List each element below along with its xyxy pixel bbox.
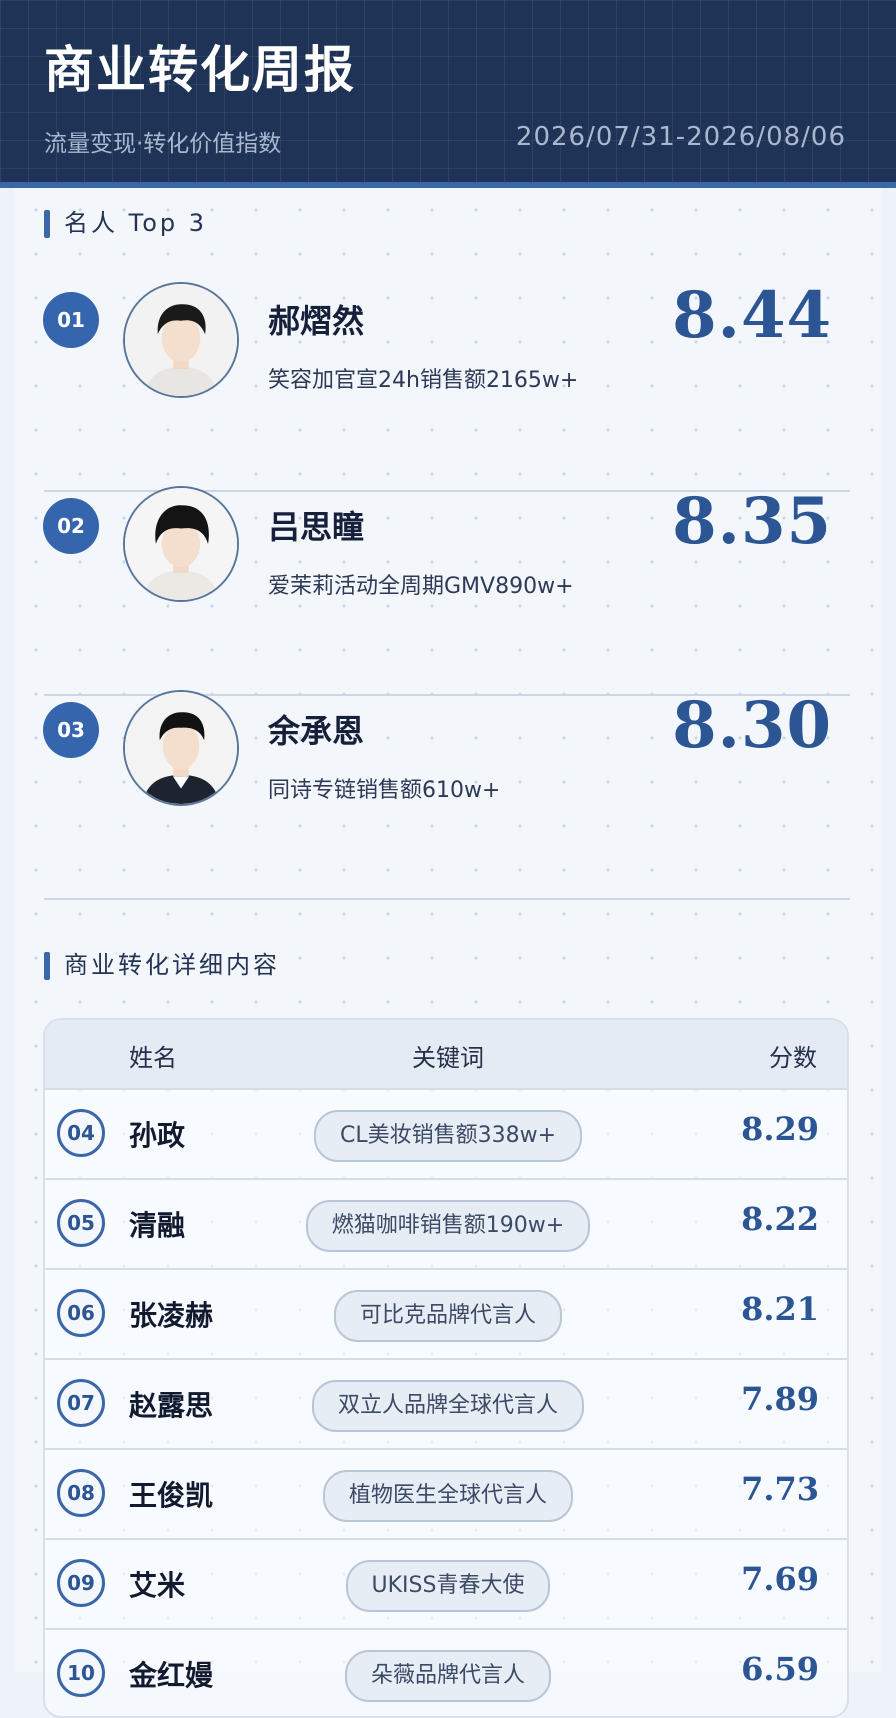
keyword-tag: 植物医生全球代言人 (322, 1470, 573, 1522)
report-card: 名人 Top 3 01 郝熠然 笑容加官宣24h销售额2165w+ 8.44 0… (14, 188, 882, 1718)
row-score: 8.29 (741, 1110, 819, 1148)
table-row[interactable]: 07 赵露思 双立人品牌全球代言人 7.89 (45, 1358, 847, 1448)
divider (44, 898, 850, 900)
celebrity-description: 同诗专链销售额610w+ (268, 778, 501, 803)
row-score: 8.21 (741, 1290, 819, 1328)
avatar-portrait-icon (125, 284, 237, 396)
keyword-tag: UKISS青春大使 (345, 1560, 551, 1612)
header-keyword: 关键词 (412, 1044, 484, 1072)
celebrity-score: 8.30 (672, 688, 832, 763)
rank-badge: 03 (43, 702, 99, 758)
row-score: 7.73 (741, 1470, 819, 1508)
avatar-portrait-icon (125, 692, 237, 804)
details-table: 姓名 关键词 分数 04 孙政 CL美妆销售额338w+ 8.29 05 清融 … (43, 1018, 849, 1718)
celebrity-name: 郝熠然 (268, 302, 365, 340)
table-header: 姓名 关键词 分数 (45, 1020, 847, 1088)
celebrity-score: 8.35 (672, 484, 832, 559)
keyword-tag: 双立人品牌全球代言人 (311, 1380, 584, 1432)
celebrity-name: 余承恩 (268, 712, 365, 750)
table-row[interactable]: 05 清融 燃猫咖啡销售额190w+ 8.22 (45, 1178, 847, 1268)
table-row[interactable]: 04 孙政 CL美妆销售额338w+ 8.29 (45, 1088, 847, 1178)
rank-badge: 01 (43, 292, 99, 348)
rank-badge: 02 (43, 498, 99, 554)
keyword-tag: 燃猫咖啡销售额190w+ (305, 1200, 591, 1252)
table-row[interactable]: 10 金红嫚 朵薇品牌代言人 6.59 (45, 1628, 847, 1716)
celebrity-description: 笑容加官宣24h销售额2165w+ (268, 368, 579, 393)
top-item[interactable]: 03 余承恩 同诗专链销售额610w+ 8.30 (14, 688, 882, 900)
celebrity-description: 爱茉莉活动全周期GMV890w+ (268, 574, 574, 599)
keyword-tag: 可比克品牌代言人 (333, 1290, 562, 1342)
page-title: 商业转化周报 (44, 41, 356, 99)
avatar (123, 282, 239, 398)
celebrity-score: 8.44 (672, 278, 832, 353)
avatar (123, 690, 239, 806)
row-score: 7.69 (741, 1560, 819, 1598)
section-title-top3: 名人 Top 3 (44, 206, 207, 240)
report-header: 商业转化周报 流量变现·转化价值指数 2026/07/31-2026/08/06 (0, 0, 896, 188)
page-subtitle: 流量变现·转化价值指数 (44, 131, 282, 157)
top-item[interactable]: 01 郝熠然 笑容加官宣24h销售额2165w+ 8.44 (14, 250, 882, 454)
top-item[interactable]: 02 吕思瞳 爱茉莉活动全周期GMV890w+ 8.35 (14, 484, 882, 696)
header-score: 分数 (769, 1044, 817, 1072)
avatar-portrait-icon (125, 488, 237, 600)
section-title-details: 商业转化详细内容 (44, 948, 280, 982)
celebrity-name: 吕思瞳 (268, 508, 365, 546)
keyword-tag: 朵薇品牌代言人 (344, 1650, 551, 1702)
row-score: 8.22 (741, 1200, 819, 1238)
date-range: 2026/07/31-2026/08/06 (515, 122, 846, 152)
row-score: 6.59 (741, 1650, 819, 1688)
row-score: 7.89 (741, 1380, 819, 1418)
avatar (123, 486, 239, 602)
table-row[interactable]: 06 张凌赫 可比克品牌代言人 8.21 (45, 1268, 847, 1358)
keyword-tag: CL美妆销售额338w+ (313, 1110, 583, 1162)
table-row[interactable]: 08 王俊凯 植物医生全球代言人 7.73 (45, 1448, 847, 1538)
table-row[interactable]: 09 艾米 UKISS青春大使 7.69 (45, 1538, 847, 1628)
